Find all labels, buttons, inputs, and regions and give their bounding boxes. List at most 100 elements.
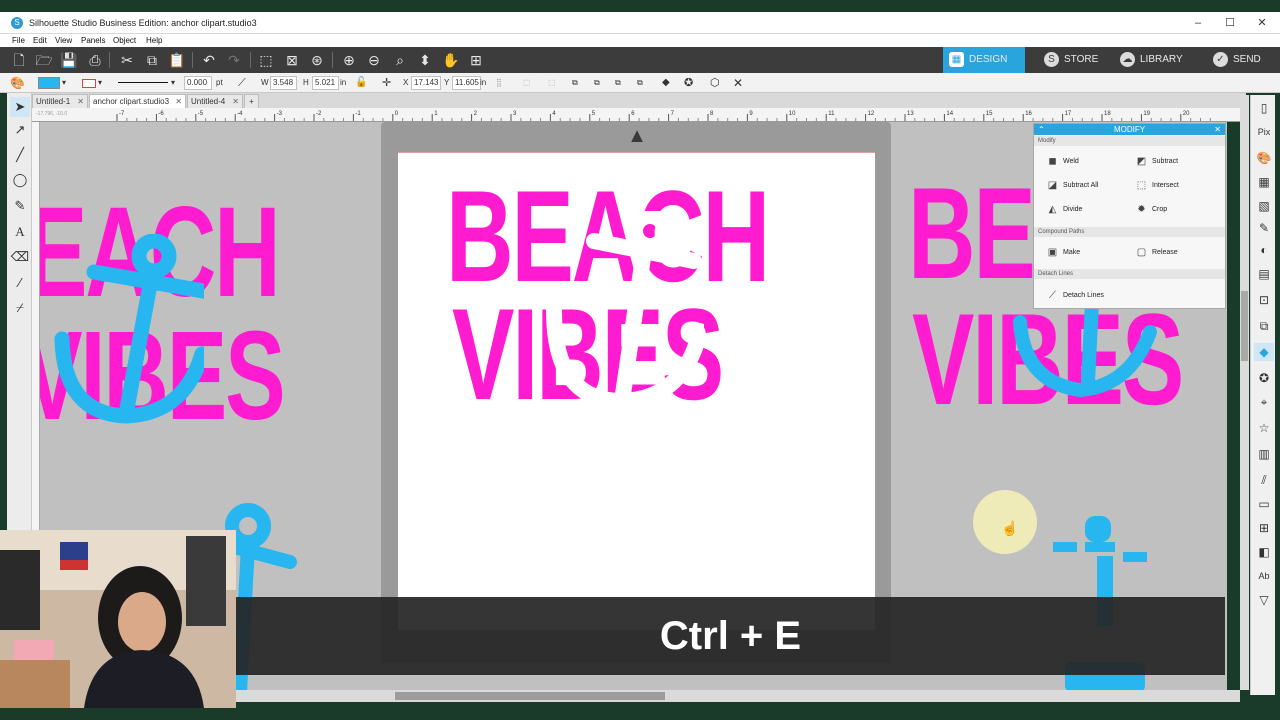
tab-library[interactable]: ☁ LIBRARY [1114,47,1200,73]
point-edit-icon[interactable]: ↗ [10,120,30,140]
modify-panel-icon[interactable]: ◆ [1254,343,1274,361]
select-arrow-icon[interactable]: ➤ [10,97,30,117]
pixscan-icon[interactable]: Pix [1254,123,1274,141]
knife-icon[interactable]: ⁄ [10,273,30,293]
menu-object[interactable]: Object [113,36,136,45]
height-field[interactable]: 5.021 [312,76,339,90]
image-effects-icon[interactable]: ▤ [1254,265,1274,283]
lock-aspect-icon[interactable]: 🔓 [355,76,367,90]
tab-send[interactable]: ✓ SEND [1207,47,1273,73]
sketch-panel-icon[interactable]: ⫽ [1254,471,1274,489]
line-style-panel-icon[interactable]: ◐ [1254,241,1274,259]
paste-icon[interactable]: 📋 [168,51,186,69]
menu-panels[interactable]: Panels [81,36,105,45]
ellipse-icon[interactable]: ◯ [10,170,30,190]
close-tab-icon[interactable]: ✕ [232,95,239,108]
width-field[interactable]: 3.548 [270,76,297,90]
font-panel-icon[interactable]: Ab [1254,567,1274,585]
rhinestone-star-icon[interactable]: ☆ [1254,419,1274,437]
copy-icon[interactable]: ⧉ [143,51,161,69]
zoom-out-icon[interactable]: ⊖ [365,51,383,69]
close-panel-icon[interactable]: ✕ [1214,124,1221,135]
menu-file[interactable]: File [12,36,25,45]
library-panel-icon[interactable]: ▽ [1254,591,1274,609]
group-icon[interactable]: ⬚ [523,76,531,90]
fill-color-panel-icon[interactable]: 🎨 [1254,149,1274,167]
trace-panel-icon[interactable]: ⌖ [1254,393,1274,411]
select-by-color-icon[interactable]: ⊛ [308,51,326,69]
page-setup-icon[interactable]: ▯ [1254,99,1274,117]
line-tool-icon[interactable]: ⟋ [238,76,246,90]
position-icon[interactable]: ✛ [382,76,391,90]
pan-hand-icon[interactable]: ✋ [442,51,460,69]
replicate-panel-icon[interactable]: ⧉ [1254,317,1274,335]
vertical-scrollbar[interactable] [1240,95,1249,690]
text-style-icon[interactable]: ▥ [1254,445,1274,463]
emboss-panel-icon[interactable]: ⊞ [1254,519,1274,537]
arrange-forward-icon[interactable]: ⧉ [594,76,600,90]
align-icon[interactable]: ⣿ [496,76,502,90]
select-all-icon[interactable]: ⬚ [257,51,275,69]
line-style-preview[interactable] [118,82,168,83]
line-color-swatch[interactable] [82,79,96,88]
deselect-icon[interactable]: ⊠ [283,51,301,69]
fill-palette-icon[interactable]: 🎨 [10,76,25,90]
fill-color-swatch[interactable] [38,77,60,89]
collapse-chevron-icon[interactable]: ⌃ [1038,124,1045,135]
tab-store[interactable]: S STORE [1038,47,1108,73]
vertical-scroll-thumb[interactable] [1241,291,1248,361]
modify-panel-header[interactable]: ⌃ MODIFY ✕ [1034,124,1225,135]
nesting-panel-icon[interactable]: ▭ [1254,495,1274,513]
new-tab-button[interactable]: + [244,94,259,108]
replicate-icon[interactable]: ⬡ [710,76,720,90]
line-icon[interactable]: ╱ [10,145,30,165]
fill-gradient-icon[interactable]: ▦ [1254,173,1274,191]
chevron-down-icon[interactable]: ▾ [98,76,102,90]
close-window-button[interactable]: ✕ [1248,14,1276,32]
menu-view[interactable]: View [55,36,72,45]
close-tab-icon[interactable]: ✕ [77,95,84,108]
chevron-down-icon[interactable]: ▾ [171,76,175,90]
zoom-in-icon[interactable]: ⊕ [340,51,358,69]
eyedropper-icon[interactable]: ⌿ [10,298,30,318]
minimize-button[interactable]: – [1184,14,1212,32]
print-icon[interactable]: ⎙ [86,51,104,69]
modify-shapes-icon[interactable]: ◆ [662,76,670,90]
arrange-backward-icon[interactable]: ⧉ [615,76,621,90]
offset-panel-icon[interactable]: ✪ [1254,369,1274,387]
horizontal-scrollbar[interactable] [235,690,1240,702]
close-tab-icon[interactable]: ✕ [175,95,182,108]
redo-icon[interactable]: ↷ [225,51,243,69]
chevron-down-icon[interactable]: ▾ [62,76,66,90]
ungroup-icon[interactable]: ⬚ [548,76,556,90]
delete-x-icon[interactable]: ✕ [733,76,743,90]
new-file-icon[interactable]: 🗋 [10,51,28,69]
eraser-icon[interactable]: ⌫ [10,247,30,267]
page-area[interactable]: BEACH VIBES [398,152,875,630]
line-width-field[interactable]: 0.000 [184,76,212,90]
horizontal-scroll-thumb[interactable] [395,692,665,700]
x-position-field[interactable]: 17.143 [411,76,441,90]
open-folder-icon[interactable]: 🗁 [35,51,53,69]
tab-design[interactable]: ▦ DESIGN [943,47,1025,73]
fill-pattern-icon[interactable]: ▧ [1254,197,1274,215]
maximize-button[interactable]: ☐ [1216,14,1244,32]
pencil-icon[interactable]: ✎ [10,196,30,216]
menu-help[interactable]: Help [146,36,162,45]
doc-tab[interactable]: Untitled-1 ✕ [32,94,88,108]
text-icon[interactable]: A [10,222,30,242]
doc-tab-active[interactable]: anchor clipart.studio3 ✕ [89,94,186,108]
layers-panel-icon[interactable]: ◧ [1254,543,1274,561]
save-icon[interactable]: 💾 [60,51,78,69]
y-position-field[interactable]: 11.605 [452,76,481,90]
transform-icon[interactable]: ⊡ [1254,291,1274,309]
undo-icon[interactable]: ↶ [200,51,218,69]
menu-edit[interactable]: Edit [33,36,47,45]
arrange-back-icon[interactable]: ⧉ [637,76,643,90]
zoom-select-icon[interactable]: ⌕ [391,51,409,69]
offset-star-icon[interactable]: ✪ [684,76,693,90]
cut-icon[interactable]: ✂ [118,51,136,69]
doc-tab[interactable]: Untitled-4 ✕ [187,94,243,108]
drag-icon[interactable]: ⬍ [416,51,434,69]
fit-to-page-icon[interactable]: ⊞ [467,51,485,69]
